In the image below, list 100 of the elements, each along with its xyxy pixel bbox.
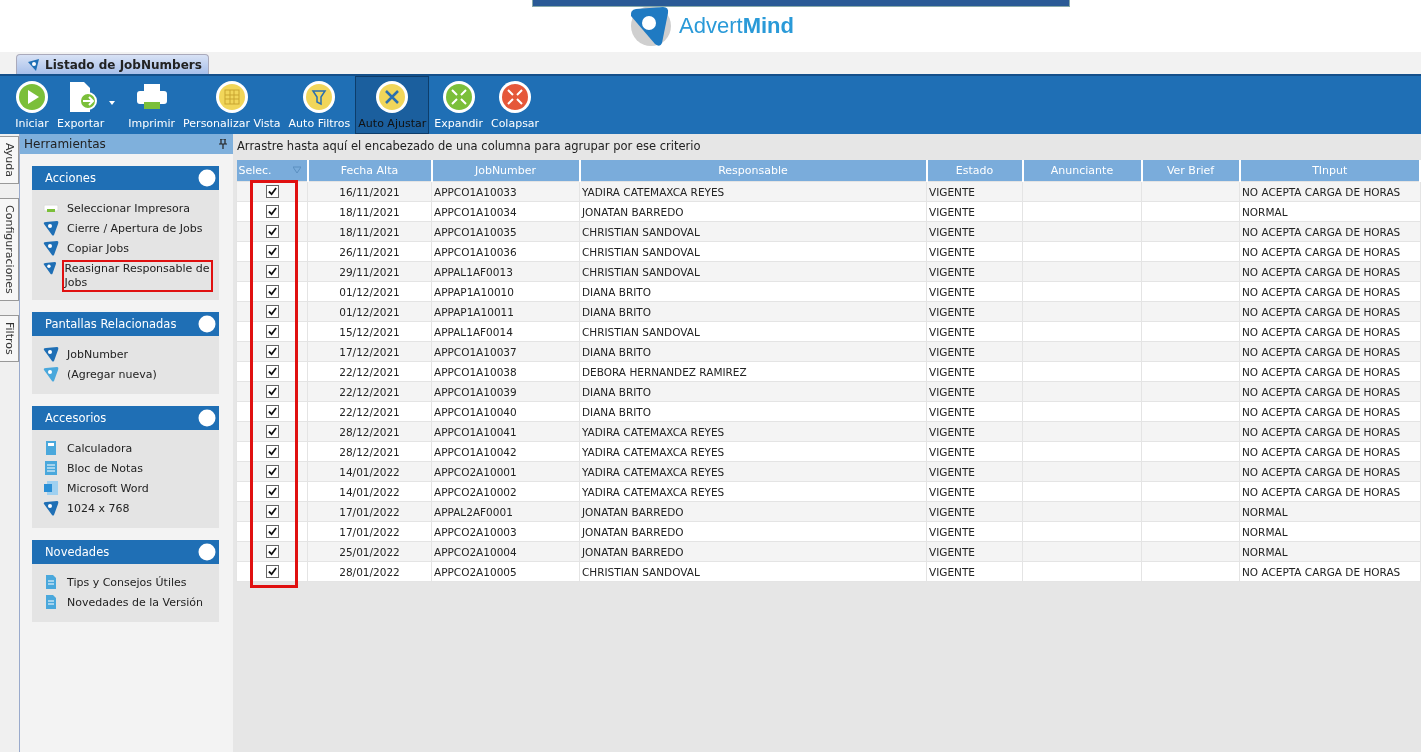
- sidebar-link[interactable]: Novedades de la Versión: [64, 594, 206, 612]
- table-cell: VIGENTE: [929, 545, 975, 558]
- table-cell: VIGENTE: [929, 325, 975, 338]
- row-checkbox[interactable]: [265, 385, 279, 399]
- row-checkbox[interactable]: [265, 365, 279, 379]
- table-cell: JONATAN BARREDO: [582, 545, 684, 558]
- toolbar-button[interactable]: Expandir: [431, 76, 486, 134]
- row-checkbox[interactable]: [265, 305, 279, 319]
- logo-text: AdvertMind: [679, 13, 794, 39]
- sidebar-link[interactable]: Microsoft Word: [64, 480, 152, 498]
- play-icon: [15, 80, 49, 114]
- table-cell: 22/12/2021: [339, 405, 400, 418]
- collapse-icon[interactable]: [198, 543, 216, 561]
- sidebar-link[interactable]: Tips y Consejos Útiles: [64, 574, 190, 592]
- table-cell: DIANA BRITO: [582, 285, 651, 298]
- group-header[interactable]: Acciones: [32, 166, 219, 190]
- side-tab[interactable]: Filtros: [0, 314, 19, 362]
- logo-icon: [43, 220, 59, 236]
- sidebar-link[interactable]: JobNumber: [64, 346, 132, 364]
- sidebar-link[interactable]: Copiar Jobs: [64, 240, 132, 258]
- table-cell: APPCO2A10005: [434, 565, 517, 578]
- table-cell: NO ACEPTA CARGA DE HORAS: [1242, 285, 1401, 298]
- collapse-icon[interactable]: [198, 409, 216, 427]
- group-title: Pantallas Relacionadas: [45, 317, 177, 331]
- document-tab[interactable]: Listado de JobNumbers: [16, 54, 209, 74]
- table-cell: NO ACEPTA CARGA DE HORAS: [1242, 385, 1401, 398]
- row-checkbox[interactable]: [265, 225, 279, 239]
- table-cell: NO ACEPTA CARGA DE HORAS: [1242, 305, 1401, 318]
- sidebar-link[interactable]: Cierre / Apertura de Jobs: [64, 220, 206, 238]
- logo-icon: [43, 500, 59, 516]
- toolbar-button[interactable]: Iniciar: [12, 76, 52, 134]
- toolbar-button[interactable]: Exportar: [54, 76, 108, 134]
- table-cell: 26/11/2021: [339, 245, 400, 258]
- toolbar-button[interactable]: Personalizar Vista: [180, 76, 284, 134]
- sidebar-link[interactable]: Bloc de Notas: [64, 460, 146, 478]
- table-cell: 17/12/2021: [339, 345, 400, 358]
- side-tab[interactable]: Ayuda: [0, 136, 19, 184]
- row-checkbox[interactable]: [265, 205, 279, 219]
- table-cell: JONATAN BARREDO: [582, 205, 684, 218]
- row-checkbox[interactable]: [265, 405, 279, 419]
- table-cell: NO ACEPTA CARGA DE HORAS: [1242, 265, 1401, 278]
- logo-icon: [27, 57, 41, 72]
- row-checkbox[interactable]: [265, 185, 279, 199]
- row-checkbox[interactable]: [265, 285, 279, 299]
- row-checkbox[interactable]: [265, 445, 279, 459]
- row-checkbox[interactable]: [265, 485, 279, 499]
- toolbar-button[interactable]: Colapsar: [487, 76, 543, 134]
- row-checkbox[interactable]: [265, 425, 279, 439]
- table-cell: 28/12/2021: [339, 425, 400, 438]
- document-icon: [43, 480, 59, 496]
- collapse-icon[interactable]: [198, 315, 216, 333]
- table-cell: VIGENTE: [929, 205, 975, 218]
- row-checkbox[interactable]: [265, 345, 279, 359]
- table-cell: 14/01/2022: [339, 465, 400, 478]
- group-header[interactable]: Accesorios: [32, 406, 219, 430]
- side-tab[interactable]: Configuraciones: [0, 198, 19, 301]
- table-cell: APPCO2A10003: [434, 525, 517, 538]
- table-cell: NORMAL: [1242, 525, 1288, 538]
- table-cell: 01/12/2021: [339, 305, 400, 318]
- table-cell: VIGENTE: [929, 525, 975, 538]
- group-header[interactable]: Novedades: [32, 540, 219, 564]
- logo-icon: [43, 366, 59, 382]
- table-cell: NO ACEPTA CARGA DE HORAS: [1242, 325, 1401, 338]
- pin-icon[interactable]: [219, 139, 227, 149]
- table-cell: 18/11/2021: [339, 225, 400, 238]
- logo-icon: [43, 260, 57, 276]
- table-cell: 14/01/2022: [339, 485, 400, 498]
- table-cell: YADIRA CATEMAXCA REYES: [582, 465, 725, 478]
- table-cell: VIGENTE: [929, 485, 975, 498]
- table-cell: VIGENTE: [929, 445, 975, 458]
- sidebar-link[interactable]: (Agregar nueva): [64, 366, 160, 384]
- sidebar-link[interactable]: Calculadora: [64, 440, 136, 458]
- sidebar-link[interactable]: 1024 x 768: [64, 500, 133, 518]
- row-checkbox[interactable]: [265, 505, 279, 519]
- logo-icon: [43, 346, 59, 362]
- toolbar-button[interactable]: Imprimir: [125, 76, 179, 134]
- table-cell: APPAL2AF0001: [434, 505, 513, 518]
- table-cell: 28/12/2021: [339, 445, 400, 458]
- row-checkbox[interactable]: [265, 465, 279, 479]
- table-cell: DIANA BRITO: [582, 385, 651, 398]
- row-checkbox[interactable]: [265, 325, 279, 339]
- row-checkbox[interactable]: [265, 545, 279, 559]
- row-checkbox[interactable]: [265, 525, 279, 539]
- row-checkbox[interactable]: [265, 245, 279, 259]
- sidebar-link[interactable]: Reasignar Responsable de Jobs: [61, 260, 213, 292]
- table-cell: CHRISTIAN SANDOVAL: [582, 245, 700, 258]
- sidebar-link[interactable]: Seleccionar Impresora: [64, 200, 193, 218]
- table-cell: NORMAL: [1242, 505, 1288, 518]
- caret-icon[interactable]: [109, 101, 116, 105]
- table-cell: APPCO2A10001: [434, 465, 517, 478]
- collapse-icon[interactable]: [198, 169, 216, 187]
- toolbar-button[interactable]: Auto Filtros: [285, 76, 354, 134]
- toolbar-button[interactable]: Auto Ajustar: [355, 76, 430, 134]
- group-header[interactable]: Pantallas Relacionadas: [32, 312, 219, 336]
- table-cell: VIGENTE: [929, 465, 975, 478]
- table-cell: VIGENTE: [929, 405, 975, 418]
- table-cell: 17/01/2022: [339, 525, 400, 538]
- table-cell: APPCO1A10035: [434, 225, 517, 238]
- row-checkbox[interactable]: [265, 265, 279, 279]
- row-checkbox[interactable]: [265, 565, 279, 579]
